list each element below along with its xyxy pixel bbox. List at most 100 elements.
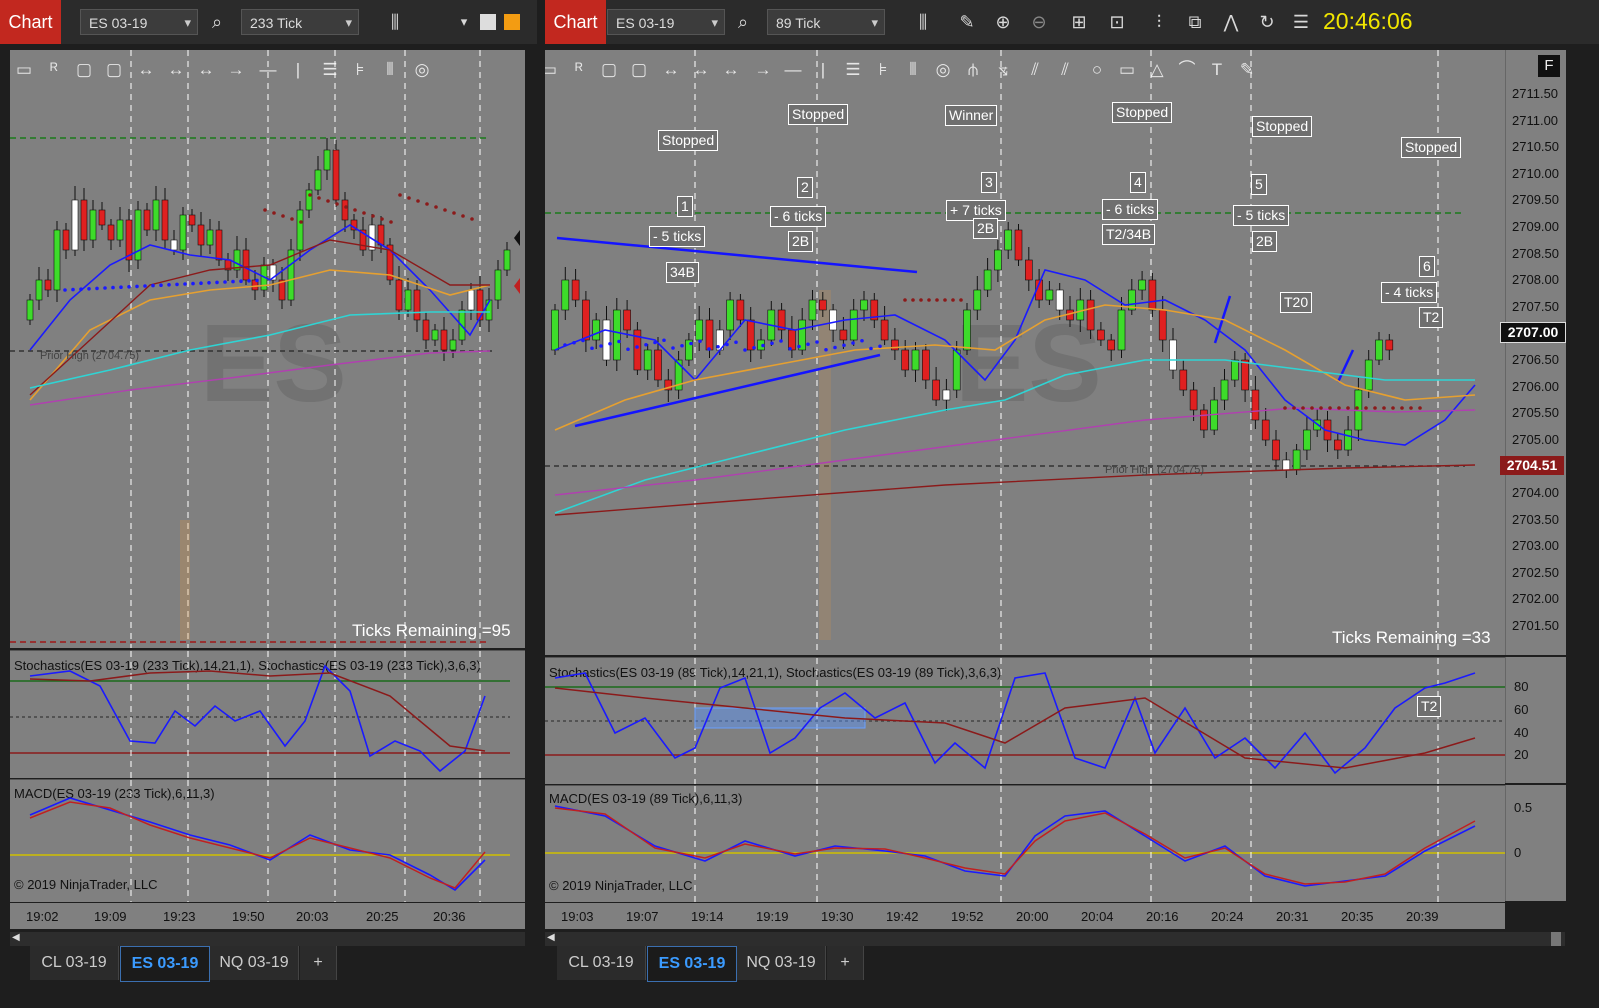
left-chart-menu-button[interactable]: Chart [0,0,61,44]
templates-icon[interactable]: ⧉ [1183,10,1207,34]
right-candle [602,319,611,361]
left-macd-panel[interactable]: MACD(ES 03-19 (233 Tick),6,11,3) © 2019 … [10,779,525,902]
left-psar-dot [443,208,447,212]
left-candle [44,279,52,291]
right-candle [654,349,662,381]
zoom-out-icon[interactable]: ⊖ [1027,10,1051,34]
trade-annotation-n3[interactable]: 3 [981,172,997,193]
trade-annotation-b2-3[interactable]: 2B [1252,231,1278,252]
left-candle [98,209,106,226]
right-tab-nq[interactable]: NQ 03-19 [737,946,826,980]
strategies-icon[interactable]: ⋀ [1219,10,1243,34]
right-candle [952,349,961,391]
trade-annotation-stopped-1[interactable]: Stopped [658,130,719,151]
right-price-panel[interactable]: ▭ ᴿ ▢ ▢ ↔ ↔ ↔ → — | ☰ ⊧ ⦀ ◎ ⫛ ⦪ ⫽ ⫽ ○ ▭ … [545,50,1505,655]
trade-annotation-t2-34b[interactable]: T2/34B [1102,224,1156,245]
window-toggle-icon[interactable] [476,10,500,34]
left-tab-nq[interactable]: NQ 03-19 [210,946,299,980]
right-psar-dot [626,347,630,352]
trade-annotation-stopped-2[interactable]: Stopped [788,104,849,125]
bar-type-icon[interactable]: ⫼ [911,10,935,34]
left-time-axis[interactable]: 19:02 19:09 19:23 19:50 20:03 20:25 20:36 [10,903,525,929]
left-add-tab-button[interactable]: + [300,946,337,980]
trade-annotation-ticks-4[interactable]: - 6 ticks [1102,199,1159,220]
trade-annotation-winner[interactable]: Winner [945,105,998,126]
properties-icon[interactable]: ☰ [1289,10,1313,34]
drawing-tools-icon[interactable]: ✎ [955,10,979,34]
data-box-icon[interactable]: ⊡ [1105,10,1129,34]
right-psar-dot [878,344,882,349]
trade-annotation-ticks-1[interactable]: - 5 ticks [649,226,706,247]
right-macd-panel[interactable]: MACD(ES 03-19 (89 Tick),6,11,3) © 2019 N… [545,785,1505,902]
chart-trader-icon[interactable]: ⫶ [1147,10,1171,34]
left-psar-dot [326,199,330,203]
price-axis-label: 2709.50 [1512,192,1559,208]
right-f-button[interactable]: F [1538,55,1560,77]
left-candle [143,209,151,231]
search-icon[interactable]: ⌕ [205,10,229,34]
right-instrument-selector[interactable]: ES 03-19 ▾ [607,9,725,35]
right-psar-dot [935,298,939,302]
trade-annotation-stopped-5[interactable]: Stopped [1401,137,1462,158]
trade-annotation-t2[interactable]: T2 [1419,307,1444,328]
trade-annotation-stopped-3[interactable]: Stopped [1112,102,1173,123]
right-interval-selector[interactable]: 89 Tick ▾ [767,9,885,35]
trade-annotation-n5[interactable]: 5 [1251,174,1267,195]
left-candle [449,339,457,351]
left-time-label: 20:25 [366,909,399,924]
left-interval-selector[interactable]: 233 Tick ▾ [241,9,359,35]
left-price-panel[interactable]: ▭ ᴿ ▢ ▢ ↔ ↔ ↔ → — | ☰ ⊧ ⦀ ◎ ES Ticks Rem… [10,50,525,648]
right-candle [994,249,1002,271]
right-psar-dot [1346,406,1350,410]
right-chart-window: Chart ES 03-19 ▾ ⌕ 89 Tick ▾ ⫼ ✎ ⊕ ⊖ ⊞ ⊡… [545,0,1599,1008]
scroll-thumb[interactable] [1551,932,1561,946]
scroll-left-icon[interactable]: ◀ [12,932,20,943]
right-chart-menu-button[interactable]: Chart [545,0,606,44]
right-psar-dot [903,298,907,302]
left-psar-dot [335,202,339,206]
trade-annotation-t20[interactable]: T20 [1280,292,1313,313]
trade-annotation-stopped-4[interactable]: Stopped [1252,116,1313,137]
right-tab-cl[interactable]: CL 03-19 [557,946,646,980]
trade-annotation-n4[interactable]: 4 [1130,172,1146,193]
left-stochastics-panel[interactable]: Stochastics(ES 03-19 (233 Tick),14,21,1)… [10,650,525,778]
right-psar-dot [599,344,603,348]
left-tab-es[interactable]: ES 03-19 [120,946,210,982]
left-tab-cl[interactable]: CL 03-19 [30,946,119,980]
scroll-left-icon[interactable]: ◀ [547,932,555,943]
right-psar-dot [563,343,567,347]
left-instrument-selector[interactable]: ES 03-19 ▾ [80,9,198,35]
right-psar-dot [1355,406,1359,410]
right-add-tab-button[interactable]: + [827,946,864,980]
reload-icon[interactable]: ↻ [1255,10,1279,34]
right-psar-dot [824,347,828,352]
right-time-axis[interactable]: 19:03 19:07 19:14 19:19 19:30 19:42 19:52 20:00… [545,903,1505,929]
right-psar-dot [635,345,639,349]
trade-annotation-b34[interactable]: 34B [666,262,699,283]
trade-annotation-b2-2[interactable]: 2B [973,218,999,239]
left-horizontal-scrollbar[interactable]: ◀ [10,932,525,946]
zoom-in-icon[interactable]: ⊕ [991,10,1015,34]
right-tab-es[interactable]: ES 03-19 [647,946,737,982]
right-horizontal-scrollbar[interactable]: ◀ [545,932,1565,946]
bar-type-icon[interactable]: ⫼ [383,10,407,34]
left-time-label: 19:50 [232,909,265,924]
trade-annotation-ticks-6[interactable]: - 4 ticks [1381,282,1438,303]
right-instrument-value: ES 03-19 [616,15,675,31]
trade-annotation-b2-1[interactable]: 2B [788,231,814,252]
right-price-axis[interactable]: F 2711.50 2711.00 2710.50 2710.00 2709.50 270… [1505,50,1566,655]
left-time-label: 19:02 [26,909,59,924]
trade-annotation-ticks-2[interactable]: - 6 ticks [770,206,827,227]
link-color-icon[interactable] [500,10,524,34]
left-psar-dot [199,281,203,285]
dropdown-arrow-icon[interactable]: ▾ [452,10,476,34]
right-stochastics-panel[interactable]: Stochastics(ES 03-19 (89 Tick),14,21,1),… [545,657,1505,784]
left-candle [206,229,214,246]
trade-annotation-n6[interactable]: 6 [1419,256,1435,277]
right-candle [1086,299,1095,331]
trade-annotation-ticks-5[interactable]: - 5 ticks [1233,205,1290,226]
trade-annotation-n2[interactable]: 2 [797,177,813,198]
crosshair-icon[interactable]: ⊞ [1067,10,1091,34]
search-icon[interactable]: ⌕ [731,10,755,34]
trade-annotation-n1[interactable]: 1 [677,196,693,217]
